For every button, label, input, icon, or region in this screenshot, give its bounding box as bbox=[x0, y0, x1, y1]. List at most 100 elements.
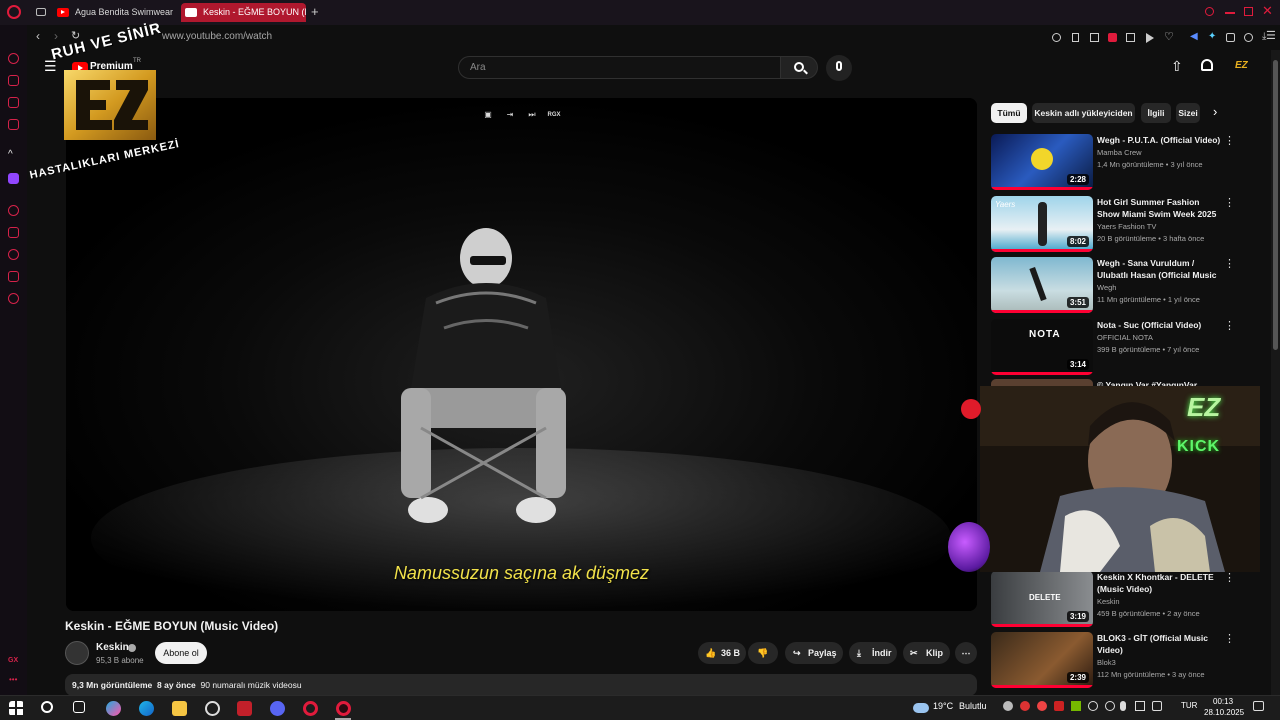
sidebar-more-icon[interactable]: ••• bbox=[9, 675, 17, 684]
zoom-icon[interactable] bbox=[1052, 33, 1061, 42]
kebab-menu-icon[interactable]: ⋮ bbox=[1224, 319, 1235, 332]
sidebar-mail-icon[interactable] bbox=[8, 119, 19, 130]
voice-search-button[interactable] bbox=[826, 55, 852, 81]
recommendation-item[interactable]: NOTA 3:14 Nota - Suc (Official Video) OF… bbox=[991, 319, 1241, 379]
kebab-menu-icon[interactable]: ⋮ bbox=[1224, 571, 1235, 584]
video-thumbnail[interactable]: DELETE 3:19 bbox=[991, 571, 1093, 627]
opera-icon[interactable] bbox=[303, 701, 318, 716]
menu-icon[interactable]: ☰ bbox=[1266, 29, 1276, 42]
like-button[interactable]: 👍 36 B bbox=[698, 642, 746, 664]
minimize-icon[interactable] bbox=[1225, 12, 1235, 14]
clip-button[interactable]: ✂ Klip bbox=[903, 642, 950, 664]
sidebar-ai-icon[interactable]: ^ bbox=[8, 149, 13, 160]
extensions-icon[interactable] bbox=[1126, 33, 1135, 42]
profile-icon[interactable] bbox=[1244, 33, 1253, 42]
search-button[interactable] bbox=[780, 56, 818, 79]
channel-name[interactable]: Keskin bbox=[96, 642, 129, 653]
puzzle-icon[interactable] bbox=[1226, 33, 1235, 42]
video-description[interactable]: 9,3 Mn görüntüleme 8 ay önce 90 numaralı… bbox=[65, 674, 977, 696]
tab-keskin-egme-boyun[interactable]: Keskin - EĞME BOYUN (N bbox=[181, 3, 306, 22]
chip-for-you[interactable]: Sizei bbox=[1176, 103, 1200, 123]
miniplayer-icon[interactable]: ▣ bbox=[480, 108, 496, 122]
edge-icon[interactable] bbox=[139, 701, 154, 716]
recommendation-item[interactable]: DELETE 3:19 Keskin X Khontkar - DELETE (… bbox=[991, 571, 1241, 631]
rgx-badge[interactable]: RGX bbox=[544, 108, 564, 122]
play-icon[interactable] bbox=[1146, 33, 1154, 43]
kebab-menu-icon[interactable]: ⋮ bbox=[1224, 257, 1235, 270]
recommendation-item[interactable]: 2:39 BLOK3 - GİT (Official Music Video) … bbox=[991, 632, 1241, 692]
sidebar-bag-icon[interactable] bbox=[8, 75, 19, 86]
kebab-menu-icon[interactable]: ⋮ bbox=[1224, 632, 1235, 645]
search-tabs-icon[interactable] bbox=[1205, 7, 1214, 16]
sidebar-home-icon[interactable] bbox=[8, 53, 19, 64]
sidebar-messenger-icon[interactable] bbox=[8, 97, 19, 108]
clock-date[interactable]: 28.10.2025 bbox=[1204, 708, 1244, 717]
upload-icon[interactable]: ⇧ bbox=[1171, 58, 1183, 75]
video-thumbnail[interactable]: 2:39 bbox=[991, 632, 1093, 688]
close-icon[interactable]: ✕ bbox=[1262, 3, 1273, 19]
chip-from-uploader[interactable]: Keskin adlı yükleyiciden bbox=[1032, 103, 1135, 123]
clock-time[interactable]: 00:13 bbox=[1213, 697, 1233, 706]
video-thumbnail[interactable]: 2:28 bbox=[991, 134, 1093, 190]
search-input[interactable]: Ara bbox=[458, 56, 781, 79]
kebab-menu-icon[interactable]: ⋮ bbox=[1224, 196, 1235, 209]
video-thumbnail[interactable]: 3:51 bbox=[991, 257, 1093, 313]
app-tray-icon[interactable] bbox=[1020, 701, 1030, 711]
new-tab-button[interactable]: + bbox=[311, 4, 319, 19]
more-actions-button[interactable]: ⋯ bbox=[955, 642, 977, 664]
windows-start-icon[interactable] bbox=[9, 701, 24, 716]
sidebar-twitch-icon[interactable] bbox=[8, 173, 19, 184]
shield-icon[interactable] bbox=[1108, 33, 1117, 42]
scrollbar-thumb[interactable] bbox=[1273, 60, 1278, 350]
app-tray-icon[interactable] bbox=[1105, 701, 1115, 711]
notification-center-icon[interactable] bbox=[1253, 701, 1264, 711]
copilot-icon[interactable] bbox=[106, 701, 121, 716]
translate-icon[interactable]: ✦ bbox=[1208, 31, 1216, 42]
recommendation-item[interactable]: 2:28 Wegh - P.U.T.A. (Official Video) Ma… bbox=[991, 134, 1241, 194]
share-button[interactable]: ↪ Paylaş bbox=[785, 642, 843, 664]
skip-next-icon[interactable]: ⏭ bbox=[524, 108, 540, 122]
pin-icon[interactable] bbox=[1072, 33, 1079, 42]
video-player[interactable]: ▣ ⇥ ⏭ RGX Namussuzun saçına ak düşmez bbox=[66, 98, 977, 611]
input-language[interactable]: TUR bbox=[1181, 701, 1197, 710]
channel-avatar[interactable] bbox=[65, 641, 89, 665]
weather-temperature[interactable]: 19°C bbox=[933, 701, 953, 711]
exit-icon[interactable]: ⇥ bbox=[502, 108, 518, 122]
sidebar-player-icon[interactable] bbox=[8, 205, 19, 216]
discord-icon[interactable] bbox=[270, 701, 285, 716]
media-app-icon[interactable] bbox=[237, 701, 252, 716]
app-tray-icon[interactable] bbox=[1054, 701, 1064, 711]
chips-next-icon[interactable]: › bbox=[1213, 104, 1217, 119]
kebab-menu-icon[interactable]: ⋮ bbox=[1224, 134, 1235, 147]
search-icon[interactable] bbox=[41, 701, 53, 713]
maximize-icon[interactable] bbox=[1244, 7, 1253, 16]
download-button[interactable]: ⤓ İndir bbox=[849, 642, 897, 664]
app-tray-icon[interactable] bbox=[1135, 701, 1145, 711]
chip-all[interactable]: Tümü bbox=[991, 103, 1027, 123]
dislike-button[interactable]: 👎 bbox=[748, 642, 778, 664]
mic-tray-icon[interactable] bbox=[1120, 701, 1126, 711]
sidebar-extensions-icon[interactable] bbox=[8, 271, 19, 282]
file-explorer-icon[interactable] bbox=[172, 701, 187, 716]
speaker-tray-icon[interactable] bbox=[1152, 701, 1162, 711]
nvidia-tray-icon[interactable] bbox=[1071, 701, 1081, 711]
opera-gx-icon[interactable] bbox=[336, 701, 351, 716]
sidebar-bookmark-icon[interactable] bbox=[8, 227, 19, 238]
app-tray-icon[interactable] bbox=[1088, 701, 1098, 711]
notifications-bell-icon[interactable] bbox=[1201, 59, 1213, 71]
tab-agua-bendita[interactable]: Agua Bendita Swimwear f bbox=[53, 3, 173, 22]
recommendation-item[interactable]: 3:51 Wegh - Sana Vuruldum / Ulubatlı Has… bbox=[991, 257, 1241, 317]
recommendation-item[interactable]: Yaers 8:02 Hot Girl Summer Fashion Show … bbox=[991, 196, 1241, 256]
video-thumbnail[interactable]: Yaers 8:02 bbox=[991, 196, 1093, 252]
weather-condition[interactable]: Bulutlu bbox=[959, 701, 987, 711]
video-thumbnail[interactable]: NOTA 3:14 bbox=[991, 319, 1093, 375]
opera-logo-icon[interactable] bbox=[7, 5, 21, 19]
steam-tray-icon[interactable] bbox=[1003, 701, 1013, 711]
subscribe-button[interactable]: Abone ol bbox=[155, 642, 207, 664]
account-avatar[interactable]: EZ bbox=[1235, 60, 1248, 71]
gauge-app-icon[interactable] bbox=[205, 701, 220, 716]
sidebar-history-icon[interactable] bbox=[8, 249, 19, 260]
sidebar-gx-label[interactable]: GX bbox=[8, 657, 18, 664]
chip-related[interactable]: İlgili bbox=[1141, 103, 1171, 123]
heart-icon[interactable]: ♡ bbox=[1164, 30, 1174, 43]
